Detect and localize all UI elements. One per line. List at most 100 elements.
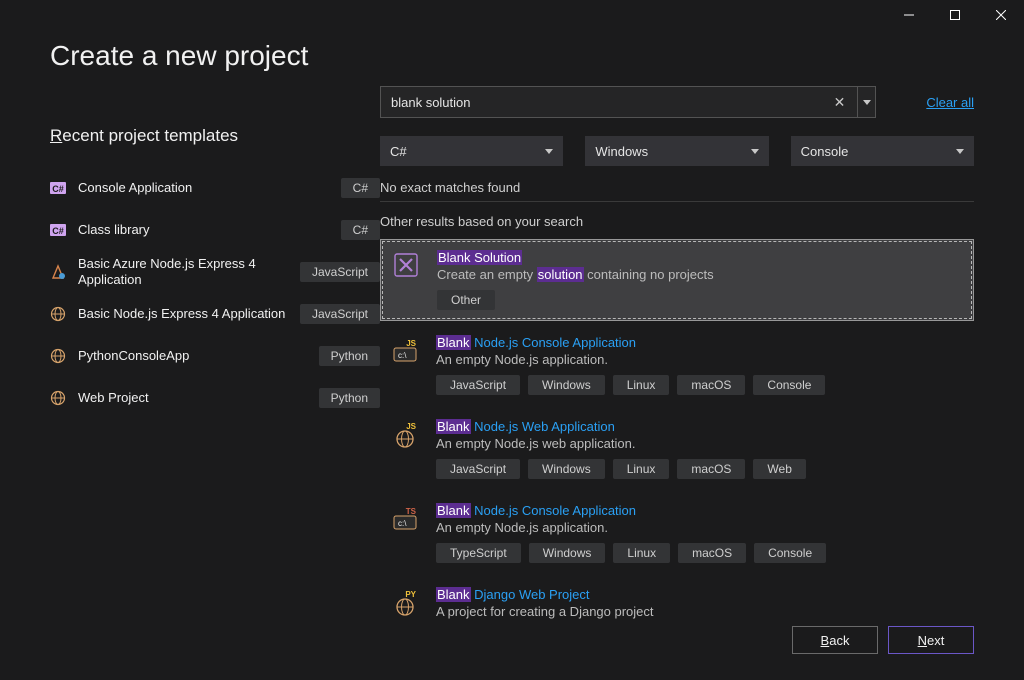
result-item[interactable]: TS c:\ Blank Node.js Console Application An… <box>380 493 974 573</box>
recent-templates-heading: Recent project templates <box>50 126 380 146</box>
divider <box>380 201 974 202</box>
recent-template-item[interactable]: C# Class library C# <box>50 210 380 250</box>
result-title: Blank Django Web Project <box>436 587 962 602</box>
result-tag: JavaScript <box>436 459 520 479</box>
language-filter-label: C# <box>390 144 407 159</box>
result-tag: JavaScript <box>436 375 520 395</box>
recent-template-label: Class library <box>78 222 329 238</box>
recent-template-label: Web Project <box>78 390 307 406</box>
svg-text:c:\: c:\ <box>398 351 407 360</box>
clear-all-link[interactable]: Clear all <box>926 95 974 110</box>
result-description: An empty Node.js application. <box>436 520 962 535</box>
result-tag: Console <box>754 543 826 563</box>
recent-template-item[interactable]: Basic Azure Node.js Express 4 Applicatio… <box>50 252 380 292</box>
sidebar: Recent project templates C# Console Appli… <box>50 72 380 632</box>
projecttype-filter-label: Console <box>801 144 849 159</box>
recent-template-label: PythonConsoleApp <box>78 348 307 364</box>
recent-template-item[interactable]: PythonConsoleApp Python <box>50 336 380 376</box>
result-tag: Linux <box>613 375 670 395</box>
recent-template-tag: JavaScript <box>300 262 380 282</box>
titlebar <box>0 0 1024 30</box>
ts-console-icon: TS c:\ <box>392 507 420 531</box>
js-console-icon: JS c:\ <box>392 339 420 363</box>
recent-template-label: Basic Azure Node.js Express 4 Applicatio… <box>78 256 288 287</box>
result-tag: macOS <box>677 375 745 395</box>
result-tag: Linux <box>613 543 670 563</box>
recent-template-item[interactable]: Web Project Python <box>50 378 380 418</box>
svg-text:C#: C# <box>52 184 64 194</box>
svg-text:JS: JS <box>406 339 416 348</box>
visualstudio-icon <box>393 252 421 280</box>
page-title: Create a new project <box>50 40 1024 72</box>
recent-template-tag: JavaScript <box>300 304 380 324</box>
js-globe-icon: JS <box>392 422 420 448</box>
result-tag: Windows <box>528 459 605 479</box>
svg-text:TS: TS <box>406 507 417 516</box>
svg-text:C#: C# <box>52 226 64 236</box>
language-filter[interactable]: C# <box>380 136 563 166</box>
result-title: Blank Node.js Console Application <box>436 503 962 518</box>
result-tag: TypeScript <box>436 543 521 563</box>
search-history-dropdown[interactable] <box>858 86 876 118</box>
svg-text:JS: JS <box>406 422 416 431</box>
chevron-down-icon <box>863 100 871 105</box>
globe-icon <box>50 306 66 322</box>
platform-filter-label: Windows <box>595 144 648 159</box>
globe-icon <box>50 390 66 406</box>
recent-templates-list: C#Console ApplicationC#C#Class libraryC#… <box>50 168 380 418</box>
clear-search-button[interactable]: ✕ <box>828 94 852 111</box>
maximize-icon <box>950 10 960 20</box>
result-tag: Windows <box>528 375 605 395</box>
recent-template-item[interactable]: Basic Node.js Express 4 Application JavaS… <box>50 294 380 334</box>
chevron-down-icon <box>545 149 553 154</box>
platform-filter[interactable]: Windows <box>585 136 768 166</box>
result-tag: Web <box>753 459 805 479</box>
csharp-icon: C# <box>50 223 66 237</box>
next-button[interactable]: Next <box>888 626 974 654</box>
svg-text:c:\: c:\ <box>398 519 407 528</box>
chevron-down-icon <box>956 149 964 154</box>
azure-icon <box>50 264 66 280</box>
globe-icon <box>50 348 66 364</box>
result-tag: Console <box>753 375 825 395</box>
result-description: An empty Node.js application. <box>436 352 962 367</box>
close-icon <box>996 10 1006 20</box>
recent-template-label: Console Application <box>78 180 329 196</box>
recent-template-tag: C# <box>341 220 380 240</box>
search-box[interactable]: ✕ <box>380 86 858 118</box>
result-item[interactable]: JS Blank Node.js Web Application An empty … <box>380 409 974 489</box>
result-list: Blank Solution Create an empty solution c… <box>380 239 974 629</box>
projecttype-filter[interactable]: Console <box>791 136 974 166</box>
recent-template-tag: Python <box>319 346 380 366</box>
result-tag: Other <box>437 290 495 310</box>
minimize-button[interactable] <box>886 0 932 30</box>
result-title: Blank Node.js Web Application <box>436 419 962 434</box>
close-button[interactable] <box>978 0 1024 30</box>
svg-text:PY: PY <box>405 590 416 599</box>
search-input[interactable] <box>391 95 828 110</box>
maximize-button[interactable] <box>932 0 978 30</box>
back-button[interactable]: Back <box>792 626 878 654</box>
py-globe-icon: PY <box>392 590 420 616</box>
result-tag: macOS <box>677 459 745 479</box>
result-title: Blank Solution <box>437 250 961 265</box>
status-text: No exact matches found <box>380 180 974 195</box>
result-item[interactable]: Blank Solution Create an empty solution c… <box>380 239 974 321</box>
result-tag: Linux <box>613 459 670 479</box>
result-description: An empty Node.js web application. <box>436 436 962 451</box>
chevron-down-icon <box>751 149 759 154</box>
recent-template-item[interactable]: C# Console Application C# <box>50 168 380 208</box>
result-item[interactable]: PY Blank Django Web Project A project for … <box>380 577 974 629</box>
result-item[interactable]: JS c:\ Blank Node.js Console Application An… <box>380 325 974 405</box>
minimize-icon <box>904 10 914 20</box>
recent-template-tag: C# <box>341 178 380 198</box>
result-tag: macOS <box>678 543 746 563</box>
recent-template-tag: Python <box>319 388 380 408</box>
result-title: Blank Node.js Console Application <box>436 335 962 350</box>
csharp-icon: C# <box>50 181 66 195</box>
results-subheading: Other results based on your search <box>380 214 974 229</box>
result-description: Create an empty solution containing no p… <box>437 267 961 282</box>
result-tag: Windows <box>529 543 606 563</box>
result-description: A project for creating a Django project <box>436 604 962 619</box>
recent-template-label: Basic Node.js Express 4 Application <box>78 306 288 322</box>
